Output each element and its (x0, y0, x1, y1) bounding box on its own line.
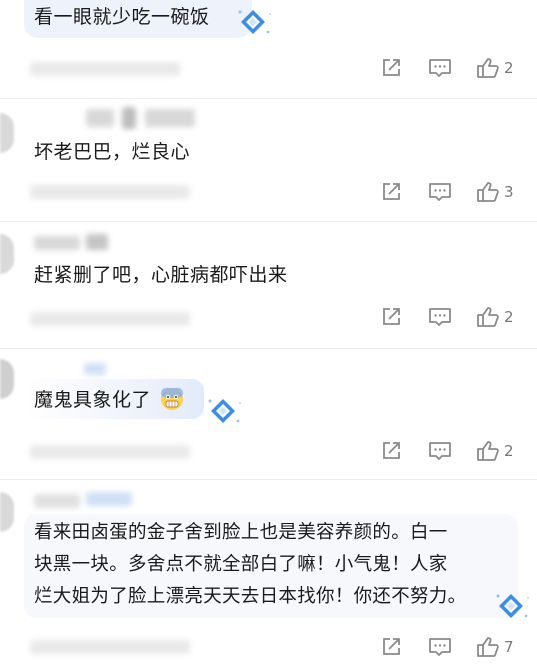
like-count: 7 (504, 638, 514, 656)
thumbs-up-icon (477, 441, 499, 461)
username-placeholder (86, 492, 132, 506)
diamond-badge-icon (496, 594, 529, 618)
share-icon (383, 638, 400, 655)
action-bar: 3 (380, 180, 514, 204)
scared-face-emoji (161, 388, 183, 410)
comment-5: 看来田卤蛋的金子舍到脸上也是美容养颜的。白一 块黑一块。多舍点不就全部白了嘛！小… (0, 480, 537, 671)
like-count: 2 (504, 442, 514, 460)
username-placeholder (34, 494, 80, 508)
thumbs-up-icon (477, 637, 499, 657)
thumbs-up-icon (477, 307, 499, 327)
thumbs-up-icon (477, 58, 499, 78)
comment-text: 看来田卤蛋的金子舍到脸上也是美容养颜的。白一 块黑一块。多舍点不就全部白了嘛！小… (34, 522, 467, 607)
comment-text: 赶紧删了吧，心脏病都吓出来 (34, 264, 288, 286)
like-count: 2 (504, 308, 514, 326)
share-button[interactable] (380, 440, 402, 462)
thumbs-up-icon (477, 182, 499, 202)
avatar (0, 359, 14, 399)
comment-text: 看一眼就少吃一碗饭 (34, 6, 210, 28)
share-icon (383, 442, 400, 459)
action-bar: 7 (380, 635, 514, 659)
action-bar: 2 (380, 305, 514, 329)
like-count: 2 (504, 59, 514, 77)
share-button[interactable] (380, 57, 402, 79)
diamond-badge-icon (238, 10, 271, 34)
reply-button[interactable] (428, 57, 452, 79)
like-button[interactable]: 7 (476, 636, 514, 658)
share-icon (383, 59, 400, 76)
username-placeholder (122, 107, 136, 129)
like-button[interactable]: 2 (476, 440, 514, 462)
username-placeholder (34, 236, 80, 250)
like-button[interactable]: 3 (476, 181, 514, 203)
avatar (0, 234, 14, 274)
timestamp-placeholder (30, 640, 190, 654)
reply-button[interactable] (428, 181, 452, 203)
share-icon (383, 308, 400, 325)
reply-button[interactable] (428, 306, 452, 328)
reply-button[interactable] (428, 636, 452, 658)
username-placeholder (84, 363, 106, 375)
comment-icon (429, 308, 451, 326)
avatar (0, 113, 14, 153)
comment-text: 魔鬼具象化了 (34, 389, 152, 411)
like-count: 3 (504, 183, 514, 201)
username-placeholder (145, 109, 195, 127)
comment-3: 赶紧删了吧，心脏病都吓出来 2 (0, 222, 537, 348)
comment-1: 看一眼就少吃一碗饭 2 (0, 0, 537, 98)
timestamp-placeholder (30, 445, 190, 459)
username-placeholder (86, 234, 108, 250)
comment-icon (429, 59, 451, 77)
share-button[interactable] (380, 181, 402, 203)
comment-icon (429, 638, 451, 656)
comment-icon (429, 442, 451, 460)
username-placeholder (30, 62, 180, 76)
comment-2: 坏老巴巴，烂良心 3 (0, 99, 537, 221)
like-button[interactable]: 2 (476, 57, 514, 79)
comment-text: 坏老巴巴，烂良心 (34, 141, 191, 163)
reply-button[interactable] (428, 440, 452, 462)
action-bar: 2 (380, 56, 514, 80)
timestamp-placeholder (30, 312, 190, 326)
avatar (0, 492, 14, 532)
action-bar: 2 (380, 439, 514, 463)
diamond-badge-icon (208, 399, 241, 423)
share-button[interactable] (380, 636, 402, 658)
share-button[interactable] (380, 306, 402, 328)
timestamp-placeholder (30, 185, 190, 199)
comment-icon (429, 183, 451, 201)
share-icon (383, 183, 400, 200)
comment-4: 魔鬼具象化了 2 (0, 349, 537, 479)
username-placeholder (86, 109, 114, 127)
like-button[interactable]: 2 (476, 306, 514, 328)
